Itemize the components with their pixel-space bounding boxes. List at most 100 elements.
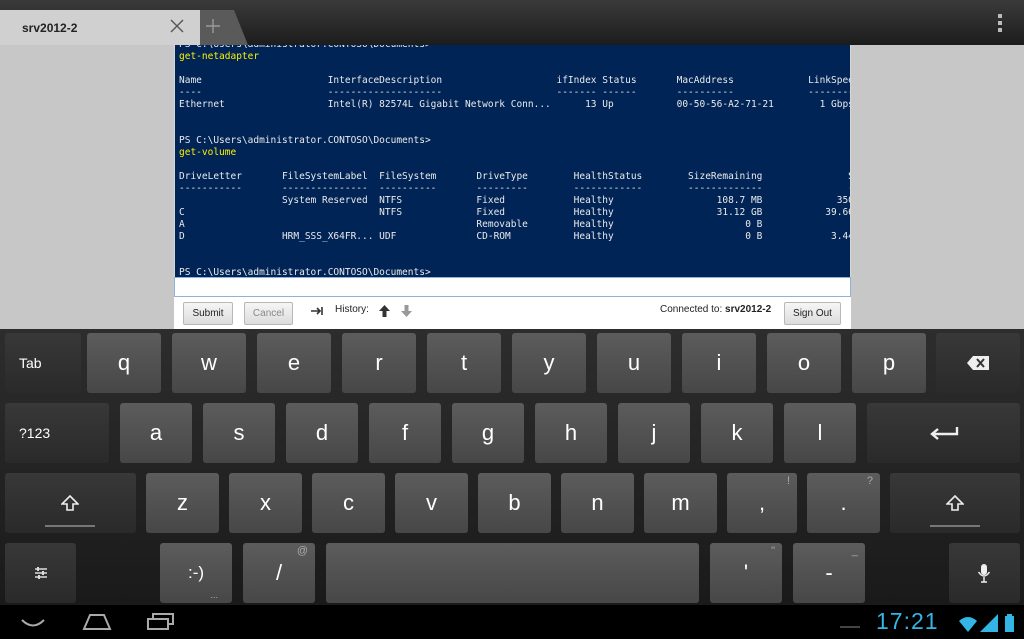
key-b[interactable]: b <box>478 473 551 533</box>
key-m[interactable]: m <box>644 473 717 533</box>
connected-label: Connected to: <box>660 304 723 315</box>
backspace-icon <box>967 356 989 370</box>
enter-icon <box>930 427 959 440</box>
console-lines: PS C:\Users\administrator.CONTOSO\Docume… <box>179 45 851 277</box>
shift-indicator <box>45 525 95 527</box>
recent-apps-icon[interactable] <box>146 613 176 631</box>
key-smiley-label: :-) <box>187 563 205 582</box>
key-slash[interactable]: / @ <box>243 543 315 603</box>
signal-icon <box>980 614 998 632</box>
web-page: PS C:\Users\administrator.CONTOSO\Docume… <box>0 45 1024 329</box>
system-navigation-bar: 17:21 <box>0 605 1024 639</box>
console-output-line: C NTFS Fixed Healthy 31.12 GB 39.66 GB <box>179 207 851 218</box>
console-output-line: PS C:\Users\administrator.CONTOSO\Docume… <box>179 135 431 146</box>
tab-complete-icon[interactable] <box>310 306 324 316</box>
key-t[interactable]: t <box>427 333 501 393</box>
console-output-line: System Reserved NTFS Fixed Healthy 108.7… <box>179 195 851 206</box>
key-apostrophe-label: ' <box>743 560 749 585</box>
key-backspace[interactable] <box>936 333 1020 393</box>
key-j[interactable]: j <box>618 403 690 463</box>
browser-tab[interactable]: srv2012-2 <box>0 10 214 45</box>
wifi-icon <box>959 617 977 632</box>
key-s[interactable]: s <box>203 403 275 463</box>
key-comma[interactable]: , ! <box>727 473 797 533</box>
key-shift-right[interactable] <box>890 473 1020 533</box>
key-o[interactable]: o <box>767 333 841 393</box>
key-u[interactable]: u <box>597 333 671 393</box>
console-output-line: ----------- --------------- ---------- -… <box>179 183 851 194</box>
history-down-arrow-icon[interactable] <box>401 305 412 317</box>
cancel-button[interactable]: Cancel <box>244 302 293 325</box>
back-icon[interactable] <box>20 617 46 629</box>
new-tab-plus-icon[interactable] <box>204 17 222 35</box>
connected-host: srv2012-2 <box>725 304 772 315</box>
key-p[interactable]: p <box>852 333 926 393</box>
console-output-line: A Removable Healthy 0 B 0 B <box>179 219 851 230</box>
key-e[interactable]: e <box>257 333 331 393</box>
console-output-line: D HRM_SSS_X64FR... UDF CD-ROM Healthy 0 … <box>179 231 851 242</box>
key-r[interactable]: r <box>342 333 416 393</box>
key-a[interactable]: a <box>120 403 192 463</box>
key-k[interactable]: k <box>701 403 773 463</box>
settings-icon <box>35 567 47 579</box>
browser-tab-bar: srv2012-2 <box>0 0 1024 45</box>
status-clock: 17:21 <box>876 608 939 634</box>
key-f[interactable]: f <box>369 403 441 463</box>
console-output-line: PS C:\Users\administrator.CONTOSO\Docume… <box>179 267 431 277</box>
overflow-menu-icon[interactable] <box>994 12 1006 34</box>
key-shift-left[interactable] <box>5 473 136 533</box>
key-w[interactable]: w <box>172 333 246 393</box>
command-input[interactable] <box>174 277 851 297</box>
key-dash[interactable]: - _ <box>793 543 865 603</box>
key-symbols[interactable]: ?123 <box>5 403 109 463</box>
history-label: History: <box>335 304 369 315</box>
key-space[interactable] <box>326 543 699 603</box>
key-v[interactable]: v <box>395 473 468 533</box>
on-screen-keyboard: Tab q w e r t y u i o p ?123 a s d f g h… <box>0 329 1024 605</box>
key-x[interactable]: x <box>229 473 302 533</box>
key-y[interactable]: y <box>512 333 586 393</box>
key-settings[interactable] <box>5 543 76 603</box>
console-output-line: ---- -------------------- ------- ------… <box>179 87 851 98</box>
key-i[interactable]: i <box>682 333 756 393</box>
key-tab[interactable]: Tab <box>5 333 81 393</box>
key-n[interactable]: n <box>561 473 634 533</box>
key-comma-hint: ! <box>786 475 790 487</box>
key-apostrophe[interactable]: ' " <box>710 543 782 603</box>
key-z[interactable]: z <box>146 473 219 533</box>
key-h[interactable]: h <box>535 403 607 463</box>
console-output-line: Ethernet Intel(R) 82574L Gigabit Network… <box>179 99 851 110</box>
key-comma-label: , <box>758 490 766 515</box>
shift-icon <box>946 495 964 511</box>
connection-status: Connected to: srv2012-2 <box>660 304 771 315</box>
status-icons <box>959 614 1014 632</box>
key-q[interactable]: q <box>87 333 161 393</box>
key-slash-label: / <box>275 560 283 585</box>
key-c[interactable]: c <box>312 473 385 533</box>
console-output-line: DriveLetter FileSystemLabel FileSystem D… <box>179 171 851 182</box>
key-g[interactable]: g <box>452 403 524 463</box>
key-l[interactable]: l <box>784 403 856 463</box>
home-icon[interactable] <box>82 613 112 631</box>
sign-out-button[interactable]: Sign Out <box>784 302 841 325</box>
console-controls: Submit Cancel History: Connected to: srv… <box>174 297 851 329</box>
submit-button[interactable]: Submit <box>183 302 233 325</box>
key-smiley-more: ... <box>210 590 218 600</box>
console-command-line: get-netadapter <box>179 51 260 62</box>
key-enter[interactable] <box>867 403 1020 463</box>
history-up-arrow-icon[interactable] <box>379 305 390 317</box>
key-d[interactable]: d <box>286 403 358 463</box>
key-smiley[interactable]: :-) ... <box>160 543 232 603</box>
key-period[interactable]: . ? <box>807 473 880 533</box>
shift-indicator <box>930 525 980 527</box>
key-voice[interactable] <box>949 543 1020 603</box>
console-command-line: get-volume <box>179 147 237 158</box>
console-output-line: Name InterfaceDescription ifIndex Status… <box>179 75 851 86</box>
close-icon[interactable] <box>168 17 186 35</box>
